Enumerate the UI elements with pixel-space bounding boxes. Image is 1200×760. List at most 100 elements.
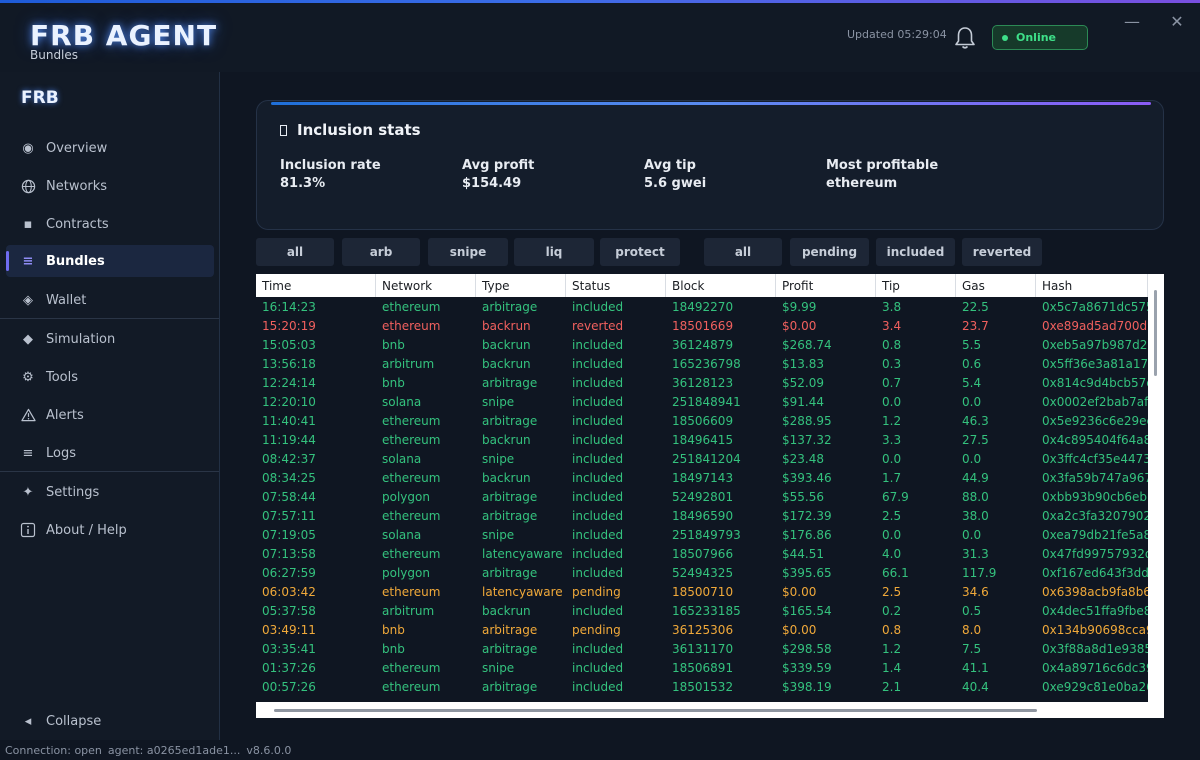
table-cell-time: 16:14:23 (262, 299, 316, 314)
table-row[interactable]: 06:27:59 polygon arbitrage included 52494325… (256, 563, 1148, 582)
table-body: 16:14:23 ethereum arbitrage included 1849227… (256, 297, 1148, 702)
table-row[interactable]: 16:14:23 ethereum arbitrage included 1849227… (256, 297, 1148, 316)
column-header-block[interactable]: Block (666, 274, 776, 297)
table-row[interactable]: 01:37:26 ethereum snipe included 18506891 $33… (256, 658, 1148, 677)
app-header: FRB AGENT Bundles Updated 05:29:04 Onlin… (0, 3, 1200, 72)
table-cell-gas: 0.0 (962, 394, 982, 409)
close-icon[interactable]: ✕ (1166, 11, 1188, 33)
table-row[interactable]: 15:05:03 bnb backrun included 36124879 $268.7… (256, 335, 1148, 354)
table-cell-profit: $0.00 (782, 318, 817, 333)
column-header-type[interactable]: Type (476, 274, 566, 297)
table-cell-tip: 2.5 (882, 508, 902, 523)
table-cell-profit: $23.48 (782, 451, 824, 466)
filter-type-arb[interactable]: arb (342, 238, 420, 266)
sidebar-item-tools[interactable]: ⚙ Tools (6, 361, 214, 393)
filter-type-snipe[interactable]: snipe (428, 238, 508, 266)
table-cell-hash: 0x5ff36e3a81a17966 (1042, 356, 1148, 371)
table-cell-time: 12:20:10 (262, 394, 316, 409)
sidebar-item-wallet[interactable]: ◈ Wallet (6, 284, 214, 316)
column-header-hash[interactable]: Hash (1036, 274, 1148, 297)
sidebar-item-bundles[interactable]: ≡ Bundles (6, 245, 214, 277)
table-row[interactable]: 08:34:25 ethereum backrun included 18497143 $… (256, 468, 1148, 487)
collapse-button[interactable]: ◂ Collapse (6, 705, 214, 737)
table-cell-tip: 1.2 (882, 641, 902, 656)
table-row[interactable]: 11:40:41 ethereum arbitrage included 1850660… (256, 411, 1148, 430)
online-status-badge: Online (992, 25, 1088, 50)
table-cell-tip: 3.4 (882, 318, 902, 333)
table-row[interactable]: 15:20:19 ethereum backrun reverted 18501669 $… (256, 316, 1148, 335)
stat-value: ethereum (826, 176, 898, 191)
table-cell-profit: $339.59 (782, 660, 832, 675)
sidebar-item-label: Networks (46, 178, 108, 194)
diamond-icon: ◈ (23, 292, 33, 308)
column-header-profit[interactable]: Profit (776, 274, 876, 297)
table-row[interactable]: 00:57:26 ethereum arbitrage included 1850153… (256, 677, 1148, 696)
table-row[interactable]: 03:35:41 bnb arbitrage included 36131170 $298… (256, 639, 1148, 658)
table-cell-tip: 0.8 (882, 622, 902, 637)
column-header-gas[interactable]: Gas (956, 274, 1036, 297)
table-cell-status: included (572, 660, 624, 675)
info-icon (18, 520, 38, 540)
filter-status-reverted[interactable]: reverted (962, 238, 1042, 266)
sidebar-item-label: Tools (46, 369, 79, 385)
table-cell-network: ethereum (382, 584, 441, 599)
table-cell-type: backrun (482, 318, 531, 333)
stat-most-profitable: Most profitable ethereum (826, 158, 938, 191)
table-row[interactable]: 07:13:58 ethereum latencyaware included 1850… (256, 544, 1148, 563)
minimize-icon[interactable]: — (1121, 11, 1143, 33)
sidebar-item-overview[interactable]: ◉ Overview (6, 132, 214, 164)
sidebar-item-networks[interactable]: Networks (6, 170, 214, 202)
table-cell-time: 03:35:41 (262, 641, 316, 656)
sidebar-item-logs[interactable]: ≡ Logs (6, 437, 214, 469)
table-row[interactable]: 13:56:18 arbitrum backrun included 165236798… (256, 354, 1148, 373)
table-cell-status: included (572, 489, 624, 504)
table-cell-status: included (572, 641, 624, 656)
filter-type-all[interactable]: all (256, 238, 334, 266)
column-header-tip[interactable]: Tip (876, 274, 956, 297)
filter-type-protect[interactable]: protect (600, 238, 680, 266)
table-cell-hash: 0x3f88a8d1e9385aba (1042, 641, 1148, 656)
sidebar-item-simulation[interactable]: ◆ Simulation (6, 323, 214, 355)
sidebar-item-contracts[interactable]: ▪ Contracts (6, 208, 214, 240)
table-cell-status: included (572, 470, 624, 485)
table-cell-time: 08:34:25 (262, 470, 316, 485)
filter-type-liq[interactable]: liq (514, 238, 594, 266)
table-row[interactable]: 05:37:58 arbitrum backrun included 165233185… (256, 601, 1148, 620)
table-cell-status: included (572, 337, 624, 352)
table-row[interactable]: 07:19:05 solana snipe included 251849793 $176… (256, 525, 1148, 544)
table-cell-network: arbitrum (382, 603, 435, 618)
table-cell-gas: 38.0 (962, 508, 989, 523)
filter-status-all[interactable]: all (704, 238, 782, 266)
table-cell-profit: $91.44 (782, 394, 824, 409)
vertical-scrollbar[interactable] (1149, 274, 1164, 702)
sidebar-item-settings[interactable]: ✦ Settings (6, 476, 214, 508)
table-cell-block: 18497143 (672, 470, 734, 485)
table-cell-network: solana (382, 451, 422, 466)
table-cell-time: 06:27:59 (262, 565, 316, 580)
scrollbar-thumb[interactable] (1154, 290, 1157, 376)
column-header-network[interactable]: Network (376, 274, 476, 297)
table-row[interactable]: 12:24:14 bnb arbitrage included 36128123 $52.… (256, 373, 1148, 392)
filter-status-included[interactable]: included (876, 238, 955, 266)
bell-icon[interactable] (953, 25, 977, 51)
table-cell-tip: 0.3 (882, 356, 902, 371)
table-row[interactable]: 07:58:44 polygon arbitrage included 52492801… (256, 487, 1148, 506)
column-header-time[interactable]: Time (256, 274, 376, 297)
table-cell-type: snipe (482, 394, 515, 409)
horizontal-scrollbar[interactable] (256, 702, 1164, 718)
table-row[interactable]: 12:20:10 solana snipe included 251848941 $91.… (256, 392, 1148, 411)
table-row[interactable]: 03:49:11 bnb arbitrage pending 36125306 $0.00… (256, 620, 1148, 639)
table-cell-profit: $398.19 (782, 679, 832, 694)
column-header-status[interactable]: Status (566, 274, 666, 297)
scrollbar-thumb[interactable] (274, 709, 1037, 712)
table-cell-type: arbitrage (482, 679, 538, 694)
table-row[interactable]: 11:19:44 ethereum backrun included 18496415 $… (256, 430, 1148, 449)
sidebar-item-about[interactable]: About / Help (6, 514, 214, 546)
table-cell-network: arbitrum (382, 356, 435, 371)
table-row[interactable]: 08:42:37 solana snipe included 251841204 $23.… (256, 449, 1148, 468)
table-row[interactable]: 06:03:42 ethereum latencyaware pending 18500… (256, 582, 1148, 601)
table-cell-tip: 0.0 (882, 527, 902, 542)
filter-status-pending[interactable]: pending (790, 238, 869, 266)
table-row[interactable]: 07:57:11 ethereum arbitrage included 1849659… (256, 506, 1148, 525)
sidebar-item-alerts[interactable]: Alerts (6, 399, 214, 431)
